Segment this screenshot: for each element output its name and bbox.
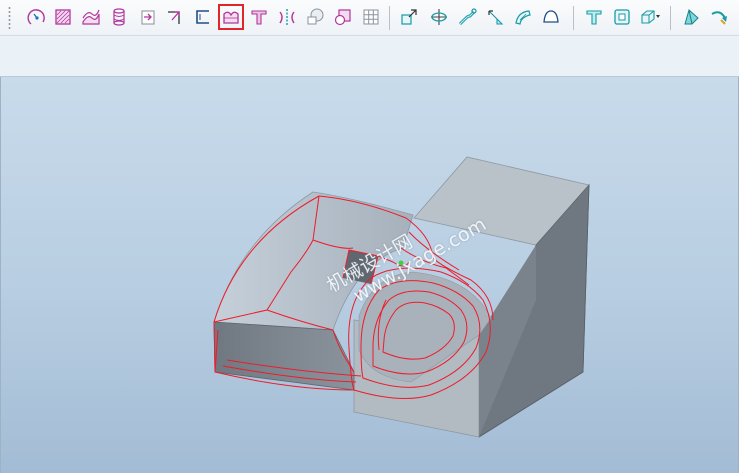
curved-arrow-icon[interactable] xyxy=(708,6,730,28)
offset-arrow-icon[interactable] xyxy=(164,6,186,28)
sweep-tube-icon[interactable] xyxy=(456,6,478,28)
feature-toolbar xyxy=(0,0,739,36)
move-rotate-icon[interactable] xyxy=(428,6,450,28)
blend-shape-icon[interactable] xyxy=(304,6,326,28)
boundary-blend-icon[interactable] xyxy=(332,6,354,28)
dashboard-strip xyxy=(0,36,739,77)
blend-surface-icon[interactable] xyxy=(80,6,102,28)
revolve-tool-icon[interactable] xyxy=(26,6,48,28)
shaded-prism-icon[interactable] xyxy=(680,6,702,28)
t-section-icon[interactable] xyxy=(248,6,270,28)
flat-surface-icon[interactable] xyxy=(52,6,74,28)
cylinder-stack-icon[interactable] xyxy=(108,6,130,28)
import-feature-icon[interactable] xyxy=(137,6,159,28)
frame-square-icon[interactable] xyxy=(611,6,633,28)
toolbar-separator xyxy=(573,6,574,30)
extrude-surface-icon[interactable] xyxy=(218,4,244,30)
toolbar-separator xyxy=(389,6,390,30)
copy-geometry-icon[interactable] xyxy=(398,6,420,28)
warp-surface-icon[interactable] xyxy=(512,6,534,28)
bracket-surface-icon[interactable] xyxy=(192,6,214,28)
draft-arrow-icon[interactable] xyxy=(484,6,506,28)
pattern-grid-icon[interactable] xyxy=(360,6,382,28)
fill-surface-icon[interactable] xyxy=(540,6,562,28)
graphics-viewport[interactable]: 机械设计网 www.jxage.com xyxy=(0,77,739,473)
toolbar-separator xyxy=(670,6,671,30)
box-dropdown-icon[interactable] xyxy=(639,6,661,28)
mirror-split-icon[interactable] xyxy=(276,6,298,28)
toolbar-grip[interactable] xyxy=(8,6,11,30)
t-profile-icon[interactable] xyxy=(583,6,605,28)
